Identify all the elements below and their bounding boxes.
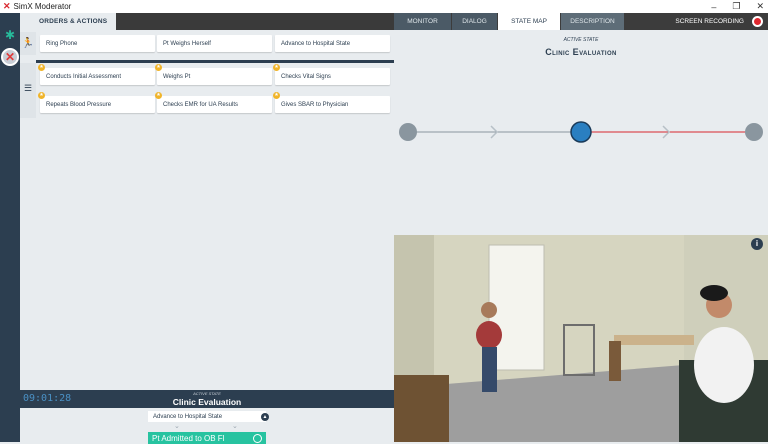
clinic-room-illustration — [394, 235, 768, 442]
checklist-label: Gives SBAR to Physician — [281, 101, 349, 108]
simulation-scene-view[interactable]: i — [394, 235, 768, 442]
interventions-sidebar: 🏃 — [20, 32, 36, 55]
checklist-sidebar: ☰ — [20, 63, 36, 118]
pt-weighs-herself-button[interactable]: Pt Weighs Herself — [157, 35, 272, 52]
checklist-item[interactable]: ★ Gives SBAR to Physician — [273, 92, 390, 113]
close-button[interactable]: ✕ — [756, 1, 764, 12]
window-controls: – ❐ ✕ — [711, 0, 764, 13]
checklist-label: Conducts Initial Assessment — [46, 73, 122, 80]
right-tab-bar: MONITOR DIALOG STATE MAP DESCRIPTION SCR… — [394, 13, 768, 30]
star-icon: ★ — [38, 92, 45, 99]
star-icon: ★ — [155, 64, 162, 71]
checklist-label: Repeats Blood Pressure — [46, 101, 112, 108]
star-icon: ★ — [155, 92, 162, 99]
left-sidebar: ✱ ✕ — [0, 13, 20, 442]
next-state-button[interactable]: Pt Admitted to OB Fl — [148, 432, 266, 444]
gear-icon[interactable]: ✱ — [4, 29, 16, 41]
advance-to-hospital-button[interactable]: Advance to Hospital State — [275, 35, 390, 52]
action-label: Advance to Hospital State — [281, 40, 351, 47]
checklist-item[interactable]: ★ Checks Vital Signs — [273, 64, 390, 85]
state-node-future[interactable] — [745, 123, 763, 141]
checklist-item[interactable]: ★ Conducts Initial Assessment — [38, 64, 155, 85]
checklist-icon: ☰ — [23, 83, 33, 93]
checklist-label: Checks Vital Signs — [281, 73, 331, 80]
checklist-item[interactable]: ★ Repeats Blood Pressure — [38, 92, 155, 113]
top-nav-spacer — [116, 13, 394, 30]
tab-state-map[interactable]: STATE MAP — [498, 13, 561, 30]
screen-recording-label: SCREEN RECORDING — [675, 18, 744, 25]
tab-dialog[interactable]: DIALOG — [452, 13, 498, 30]
running-person-icon: 🏃 — [21, 38, 35, 49]
action-label: Pt Weighs Herself — [163, 40, 211, 47]
state-node-past[interactable] — [399, 123, 417, 141]
section-divider — [36, 60, 394, 63]
active-state-bar: 09:01:28 ACTIVE STATE Clinic Evaluation — [20, 390, 394, 408]
end-session-button[interactable]: ✕ — [1, 48, 19, 66]
state-map-panel: ACTIVE STATE Clinic Evaluation — [394, 30, 768, 235]
lock-icon: ▲ — [261, 413, 269, 421]
next-state-button-label: Pt Admitted to OB Fl — [152, 433, 225, 443]
active-state-title: Clinic Evaluation — [172, 397, 242, 407]
restore-button[interactable]: ❐ — [732, 1, 740, 12]
star-icon: ★ — [273, 64, 280, 71]
state-node-active[interactable] — [570, 121, 592, 143]
active-state-caption: ACTIVE STATE — [193, 391, 221, 396]
info-icon[interactable]: i — [751, 238, 763, 250]
star-icon: ★ — [273, 92, 280, 99]
action-label: Ring Phone — [46, 40, 78, 47]
star-icon: ★ — [38, 64, 45, 71]
record-icon[interactable] — [752, 16, 763, 27]
ring-phone-button[interactable]: Ring Phone — [40, 35, 155, 52]
screen-recording-control[interactable]: SCREEN RECORDING — [675, 13, 768, 30]
checklist-item[interactable]: ★ Checks EMR for UA Results — [155, 92, 272, 113]
next-state-option[interactable]: Advance to Hospital State ▲ — [148, 411, 269, 422]
tab-description[interactable]: DESCRIPTION — [561, 13, 625, 30]
next-state-label: Advance to Hospital State — [153, 413, 223, 420]
app-title: SimX Moderator — [13, 2, 72, 11]
close-icon: ✕ — [4, 50, 16, 64]
checklist-label: Weighs Pt — [163, 73, 191, 80]
checklist-item[interactable]: ★ Weighs Pt — [155, 64, 272, 85]
state-map-graph — [399, 121, 763, 143]
title-bar: ✕ SimX Moderator – ❐ ✕ — [0, 0, 768, 13]
app-logo-icon: ✕ — [3, 1, 11, 11]
minimize-button[interactable]: – — [711, 2, 716, 12]
checklist-label: Checks EMR for UA Results — [163, 101, 239, 108]
tab-monitor[interactable]: MONITOR — [394, 13, 452, 30]
chevron-down-icon: ⌄ ⌄ — [174, 423, 238, 430]
tab-orders-actions[interactable]: ORDERS & ACTIONS — [20, 13, 116, 30]
